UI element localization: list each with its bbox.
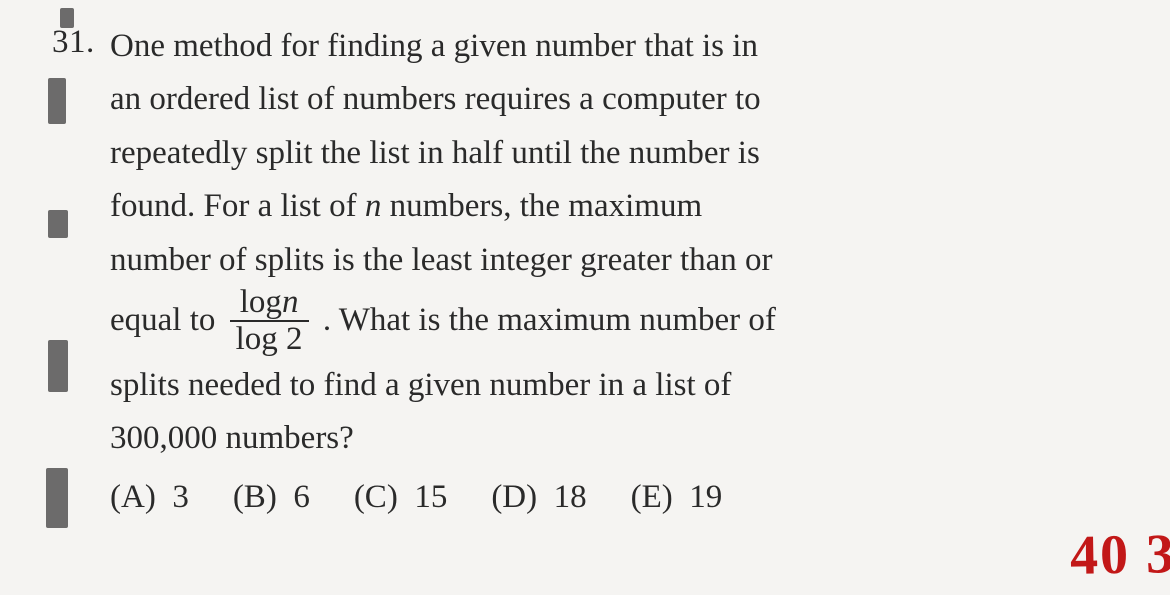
choice-b: (B) 6: [233, 479, 310, 516]
choice-d: (D) 18: [491, 479, 586, 516]
scan-speck: [48, 78, 66, 124]
scanned-page: 31. One method for finding a given numbe…: [0, 0, 1170, 595]
choice-e: (E) 19: [631, 479, 723, 516]
choice-value: 18: [554, 479, 587, 515]
text-line: number of splits is the least integer gr…: [110, 242, 773, 278]
choice-c: (C) 15: [354, 479, 448, 516]
choice-a: (A) 3: [110, 479, 189, 516]
text-line: repeatedly split the list in half until …: [110, 135, 760, 171]
choice-label: (B): [233, 479, 277, 515]
choice-value: 15: [414, 479, 447, 515]
fraction-numerator: logn: [230, 285, 309, 322]
scan-speck: [48, 340, 68, 392]
text-line: splits needed to find a given number in …: [110, 367, 731, 403]
text-line: an ordered list of numbers requires a co…: [110, 81, 761, 117]
fraction-denominator: log 2: [230, 322, 309, 357]
choice-value: 3: [172, 479, 189, 515]
choice-label: (D): [491, 479, 537, 515]
text-line: numbers, the maximum: [381, 188, 702, 224]
variable-n: n: [365, 188, 382, 224]
choice-label: (C): [354, 479, 398, 515]
question-number: 31.: [52, 24, 95, 61]
question-text: One method for finding a given number th…: [110, 20, 970, 465]
variable-n: n: [282, 284, 299, 320]
text-line: . What is the maximum number of: [323, 302, 776, 338]
choice-value: 19: [689, 479, 722, 515]
text-line: equal to: [110, 302, 224, 338]
choice-label: (A): [110, 479, 156, 515]
text-line: One method for finding a given number th…: [110, 28, 758, 64]
answer-choices: (A) 3 (B) 6 (C) 15 (D) 18 (E) 19: [110, 479, 1100, 516]
scan-speck: [46, 468, 68, 528]
log-text: log: [240, 284, 282, 320]
fraction: logn log 2: [230, 285, 309, 356]
text-line: found. For a list of: [110, 188, 365, 224]
handwritten-annotation: 40 3: [1069, 522, 1170, 588]
choice-label: (E): [631, 479, 673, 515]
text-line: 300,000 numbers?: [110, 420, 354, 456]
choice-value: 6: [293, 479, 310, 515]
scan-speck: [48, 210, 68, 238]
